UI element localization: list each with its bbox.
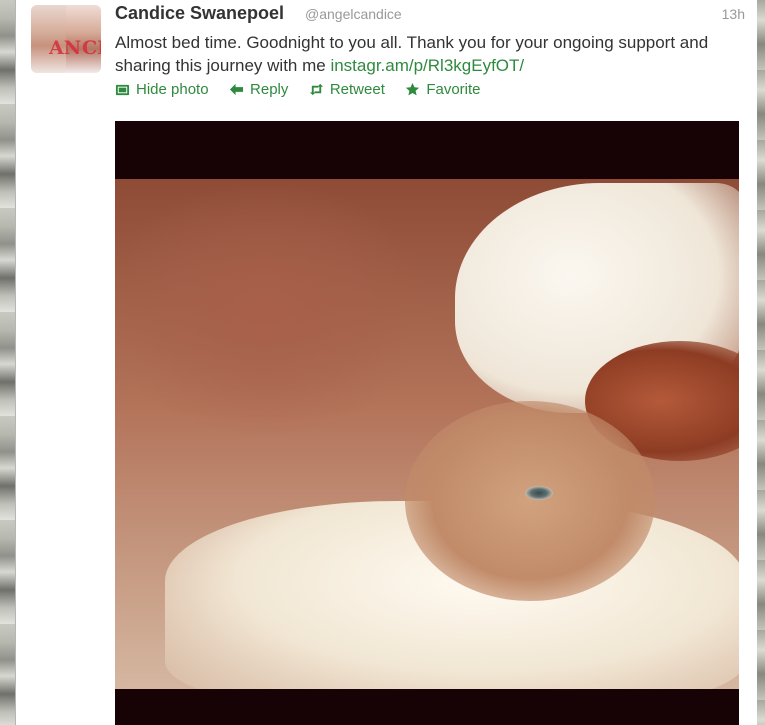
tweet-text: Almost bed time. Goodnight to you all. T… (115, 31, 745, 77)
author-full-name[interactable]: Candice Swanepoel (115, 3, 284, 24)
favorite-label: Favorite (426, 81, 481, 98)
retweet-icon (309, 83, 323, 96)
tweet-timestamp[interactable]: 13h (722, 6, 745, 22)
favorite-button[interactable]: Favorite (405, 81, 481, 98)
tweet-actions: Hide photo Reply Retweet Favorite (115, 81, 497, 101)
photo-letterbox-bottom (115, 689, 739, 725)
photo-eye (525, 486, 553, 500)
background-wallpaper-left (0, 0, 16, 725)
reply-label: Reply (250, 81, 289, 98)
reply-arrow-icon (229, 83, 244, 96)
tweet: AN CE Candice Swanepoel @angelcandice 13… (16, 0, 757, 725)
avatar-letters-left: AN (49, 37, 82, 59)
retweet-label: Retweet (329, 81, 385, 98)
background-wallpaper-right (757, 0, 765, 725)
photo-icon (115, 84, 130, 96)
hide-photo-button[interactable]: Hide photo (115, 81, 209, 98)
photo-face (405, 401, 655, 601)
tweet-link[interactable]: instagr.am/p/Rl3kgEyfOT/ (330, 56, 524, 75)
reply-button[interactable]: Reply (229, 81, 288, 98)
hide-photo-label: Hide photo (136, 81, 209, 98)
tweet-header: Candice Swanepoel @angelcandice 13h (115, 3, 755, 29)
avatar-letters-right: CE (82, 37, 101, 59)
star-icon (406, 82, 420, 96)
avatar[interactable]: AN CE (31, 5, 101, 73)
retweet-button[interactable]: Retweet (309, 81, 385, 98)
page: AN CE Candice Swanepoel @angelcandice 13… (0, 0, 765, 725)
tweet-photo[interactable] (115, 121, 739, 725)
author-username[interactable]: @angelcandice (305, 6, 402, 22)
